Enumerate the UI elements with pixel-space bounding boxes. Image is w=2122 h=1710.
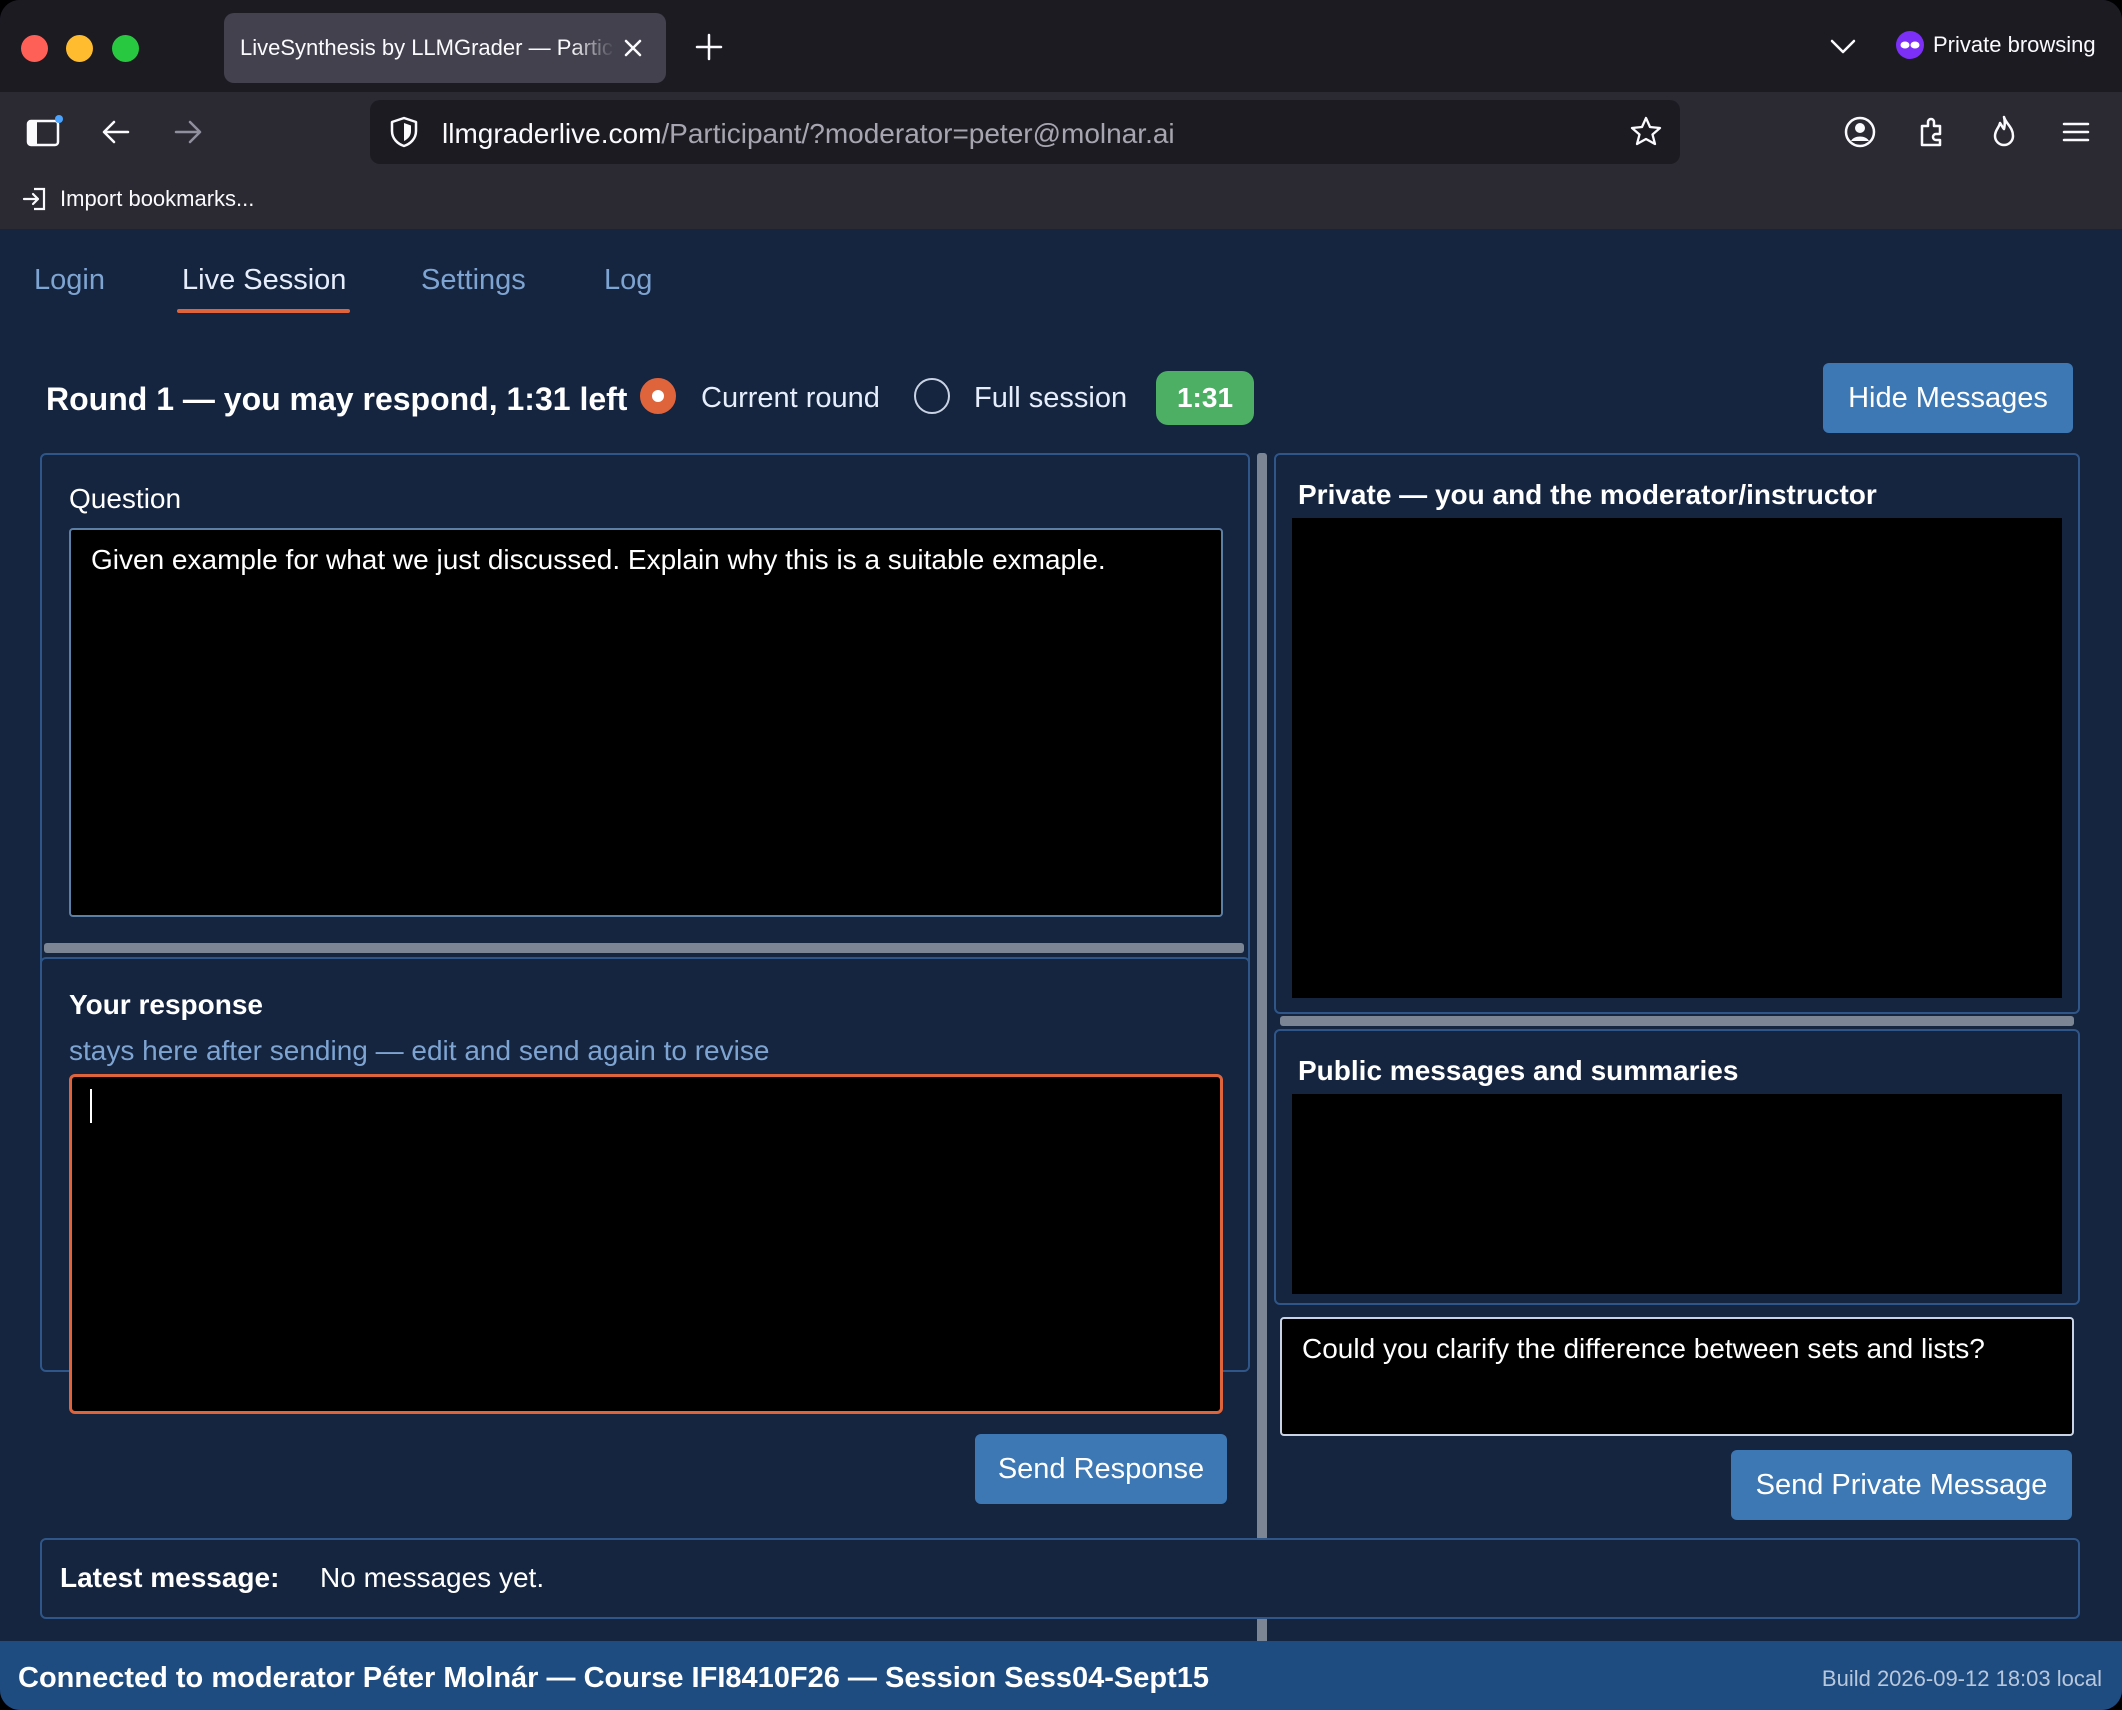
- public-messages-panel: Public messages and summaries: [1274, 1029, 2080, 1305]
- latest-message-label: Latest message:: [60, 1562, 280, 1593]
- new-tab-icon[interactable]: [692, 30, 726, 64]
- tab-settings[interactable]: Settings: [421, 264, 526, 297]
- public-messages-display: [1292, 1094, 2062, 1294]
- response-hint: stays here after sending — edit and send…: [69, 1035, 770, 1066]
- private-mask-icon: [1896, 31, 1924, 59]
- minimize-window-button[interactable]: [66, 35, 93, 62]
- current-round-radio[interactable]: [640, 378, 676, 414]
- private-messages-display: [1292, 518, 2062, 998]
- close-window-button[interactable]: [21, 35, 48, 62]
- browser-toolbar: llmgraderlive.com/Participant/?moderator…: [0, 92, 2122, 172]
- round-status-text: Round 1 — you may respond, 1:31 left: [46, 381, 628, 417]
- send-private-message-button[interactable]: Send Private Message: [1731, 1450, 2072, 1520]
- question-text: Given example for what we just discussed…: [91, 544, 1106, 575]
- public-panel-title: Public messages and summaries: [1298, 1055, 1739, 1086]
- app-page: Login Live Session Settings Log Round 1 …: [0, 229, 2122, 1710]
- url-text: llmgraderlive.com/Participant/?moderator…: [442, 118, 1175, 150]
- hide-messages-button[interactable]: Hide Messages: [1823, 363, 2073, 433]
- browser-window: LiveSynthesis by LLMGrader — Participant…: [0, 0, 2122, 1710]
- import-bookmarks-button[interactable]: Import bookmarks...: [20, 184, 254, 214]
- response-panel: Your response stays here after sending —…: [40, 957, 1250, 1414]
- browser-tab-title: LiveSynthesis by LLMGrader — Participant: [240, 35, 615, 60]
- menu-icon[interactable]: [2056, 112, 2096, 152]
- back-arrow-icon[interactable]: [96, 112, 136, 152]
- status-footer: Connected to moderator Péter Molnár — Co…: [0, 1641, 2122, 1710]
- private-messages-panel: Private — you and the moderator/instruct…: [1274, 453, 2080, 1014]
- flame-icon[interactable]: [1984, 112, 2024, 152]
- vertical-splitter[interactable]: [1257, 453, 1267, 1710]
- active-tab-indicator: [177, 309, 350, 313]
- address-bar[interactable]: llmgraderlive.com/Participant/?moderator…: [370, 100, 1680, 164]
- private-message-value: Could you clarify the difference between…: [1302, 1333, 1985, 1364]
- chevron-down-icon[interactable]: [1828, 36, 1858, 58]
- latest-message-bar: Latest message: No messages yet.: [40, 1538, 2080, 1619]
- latest-message-value: No messages yet.: [320, 1562, 545, 1593]
- bookmark-star-icon[interactable]: [1628, 114, 1664, 150]
- private-browsing-label: Private browsing: [1933, 32, 2096, 57]
- shield-icon[interactable]: [386, 114, 422, 150]
- build-info: Build 2026-09-12 18:03 local: [1821, 1666, 2102, 1691]
- browser-tab-bar: LiveSynthesis by LLMGrader — Participant…: [0, 0, 2122, 92]
- full-session-label[interactable]: Full session: [974, 382, 1127, 415]
- round-status-row: Round 1 — you may respond, 1:31 left Cur…: [0, 363, 2122, 433]
- response-textarea[interactable]: [69, 1074, 1223, 1414]
- tab-log[interactable]: Log: [604, 264, 652, 297]
- url-path: /Participant/?moderator=peter@molnar.ai: [661, 118, 1175, 149]
- import-icon: [22, 187, 46, 211]
- question-title: Question: [69, 483, 182, 514]
- response-title: Your response: [69, 989, 263, 1020]
- horizontal-splitter-right[interactable]: [1280, 1016, 2074, 1026]
- maximize-window-button[interactable]: [112, 35, 139, 62]
- private-message-input[interactable]: Could you clarify the difference between…: [1280, 1317, 2074, 1436]
- import-bookmarks-label: Import bookmarks...: [60, 186, 255, 211]
- full-session-radio[interactable]: [914, 378, 950, 414]
- text-caret: [90, 1089, 92, 1123]
- browser-tab-active[interactable]: LiveSynthesis by LLMGrader — Participant: [224, 13, 666, 83]
- private-panel-title: Private — you and the moderator/instruct…: [1298, 479, 1877, 510]
- forward-arrow-icon[interactable]: [168, 112, 208, 152]
- tab-login[interactable]: Login: [34, 264, 105, 297]
- bookmarks-bar: Import bookmarks...: [0, 172, 2122, 229]
- extensions-icon[interactable]: [1912, 112, 1952, 152]
- connection-status: Connected to moderator Péter Molnár — Co…: [18, 1662, 1209, 1694]
- account-icon[interactable]: [1840, 112, 1880, 152]
- current-round-label[interactable]: Current round: [701, 382, 880, 415]
- timer-badge: 1:31: [1156, 371, 1254, 425]
- question-display: Given example for what we just discussed…: [69, 528, 1223, 917]
- url-host: llmgraderlive.com: [442, 118, 662, 149]
- tab-close-icon[interactable]: [618, 33, 648, 63]
- sidebar-icon[interactable]: [24, 112, 64, 152]
- send-response-button[interactable]: Send Response: [975, 1434, 1227, 1504]
- horizontal-splitter-left[interactable]: [44, 943, 1244, 953]
- app-nav-tabs: Login Live Session Settings Log: [0, 229, 800, 319]
- tab-live-session[interactable]: Live Session: [182, 264, 346, 297]
- private-browsing-indicator: Private browsing: [1895, 30, 2096, 60]
